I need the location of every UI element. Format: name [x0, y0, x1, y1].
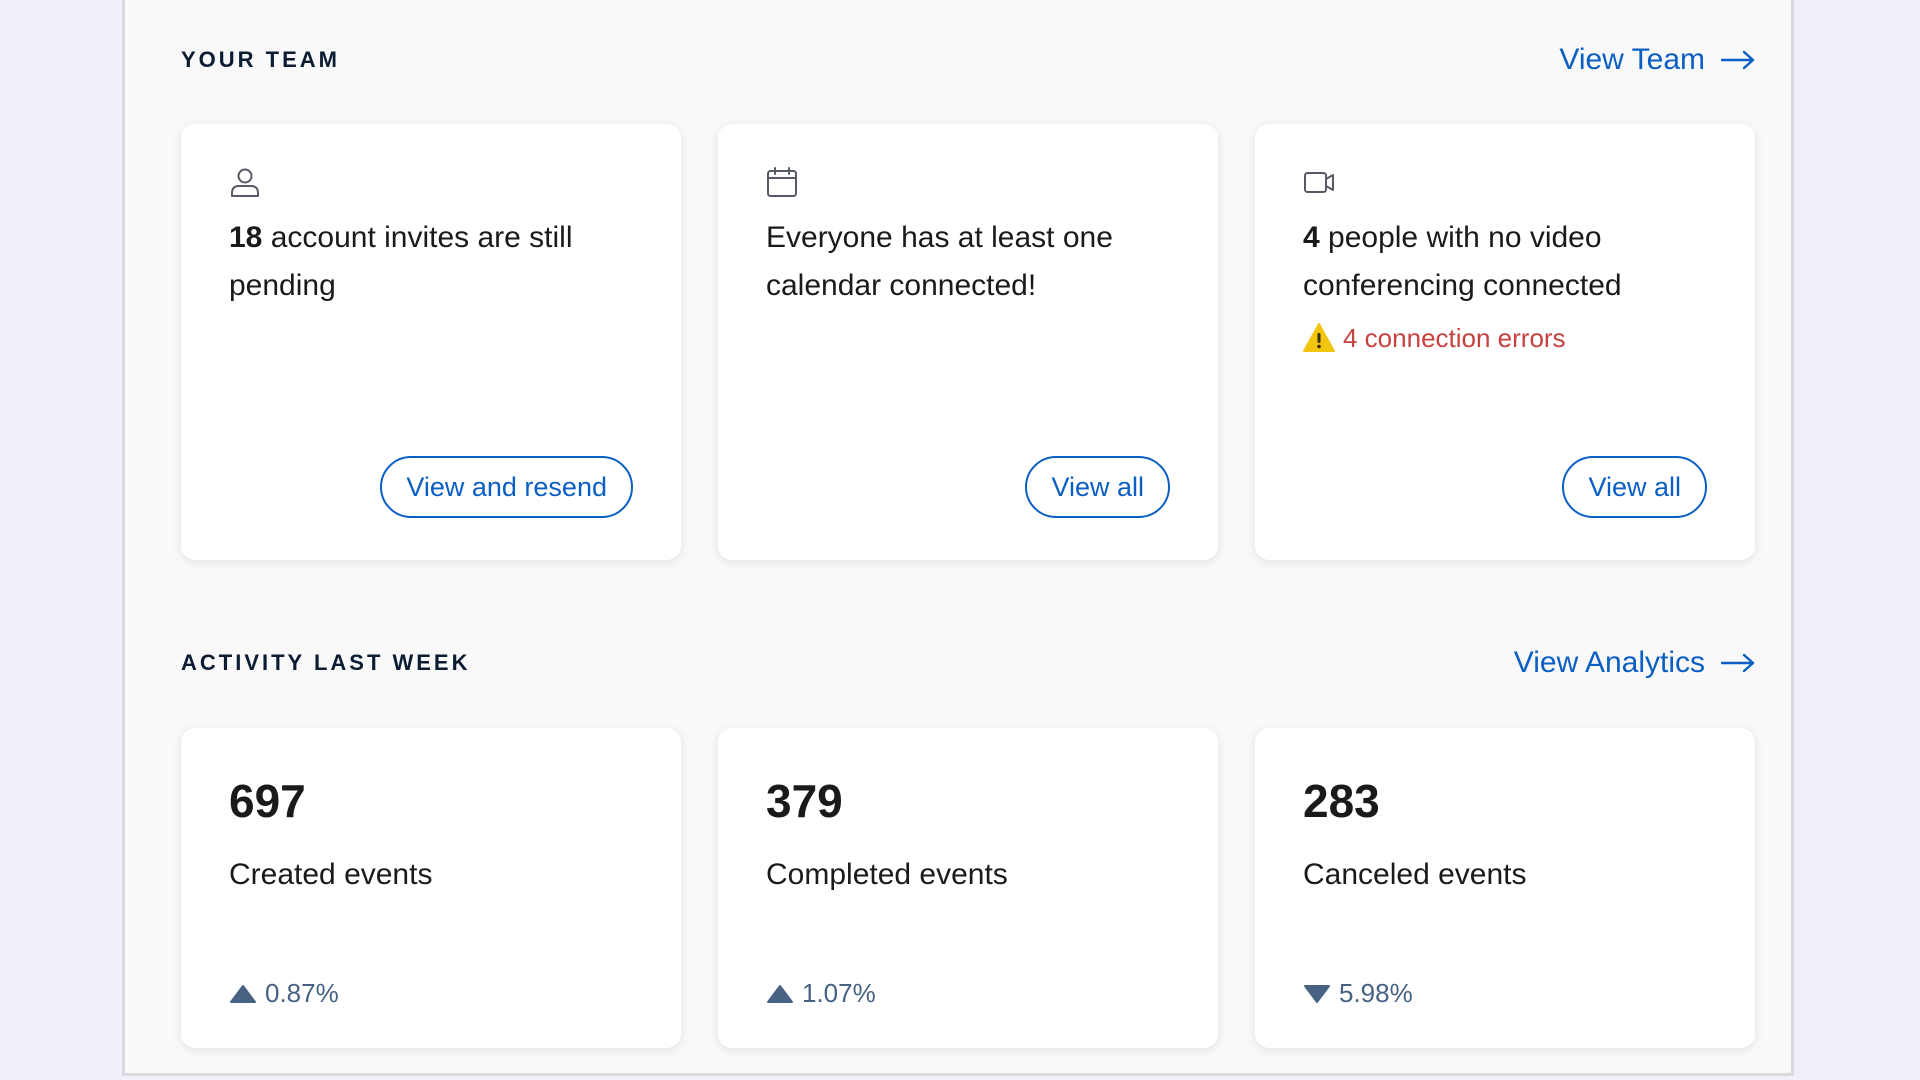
pending-invites-message: account invites are still pending: [229, 221, 573, 302]
completed-events-card: 379 Completed events 1.07%: [718, 728, 1218, 1048]
calendar-card: Everyone has at least one calendar conne…: [718, 124, 1218, 560]
completed-events-change: 1.07%: [766, 978, 876, 1009]
view-all-video-button[interactable]: View all: [1562, 456, 1707, 518]
video-camera-icon: [1303, 166, 1335, 198]
created-events-change: 0.87%: [229, 978, 339, 1009]
activity-cards: 697 Created events 0.87% 379 Completed e…: [181, 728, 1755, 1048]
created-events-change-value: 0.87%: [265, 978, 339, 1008]
canceled-events-value: 283: [1303, 775, 1380, 827]
canceled-events-change: 5.98%: [1303, 978, 1413, 1009]
arrow-right-icon: [1721, 653, 1755, 673]
view-team-link[interactable]: View Team: [1559, 43, 1755, 77]
completed-events-label: Completed events: [766, 858, 1008, 891]
team-cards: 18 account invites are still pending Vie…: [181, 124, 1755, 560]
team-section-title: YOUR TEAM: [181, 47, 340, 72]
connection-errors-text: 4 connection errors: [1343, 322, 1566, 353]
trend-down-icon: [1304, 984, 1330, 1003]
view-analytics-link[interactable]: View Analytics: [1514, 646, 1755, 680]
completed-events-value: 379: [766, 775, 843, 827]
canceled-events-change-value: 5.98%: [1339, 978, 1413, 1008]
canceled-events-label: Canceled events: [1303, 858, 1527, 891]
arrow-right-icon: [1721, 50, 1755, 70]
canceled-events-card: 283 Canceled events 5.98%: [1255, 728, 1755, 1048]
view-team-label: View Team: [1559, 43, 1705, 76]
view-analytics-label: View Analytics: [1513, 646, 1705, 679]
pending-invites-card: 18 account invites are still pending Vie…: [181, 124, 681, 560]
video-conferencing-card: 4 people with no video conferencing conn…: [1255, 124, 1755, 560]
team-section-header: YOUR TEAM View Team: [181, 40, 1755, 80]
created-events-card: 697 Created events 0.87%: [181, 728, 681, 1048]
trend-up-icon: [230, 984, 256, 1003]
created-events-value: 697: [229, 775, 306, 827]
warning-icon: [1303, 323, 1335, 352]
view-all-calendars-button[interactable]: View all: [1025, 456, 1170, 518]
calendar-message: Everyone has at least one calendar conne…: [766, 221, 1113, 302]
dashboard-panel: YOUR TEAM View Team 18 account invites a…: [122, 0, 1794, 1076]
calendar-icon: [766, 166, 798, 198]
calendar-text: Everyone has at least one calendar conne…: [766, 214, 1178, 310]
activity-section-title: ACTIVITY LAST WEEK: [181, 650, 471, 675]
trend-up-icon: [767, 984, 793, 1003]
video-conferencing-count: 4: [1303, 221, 1320, 254]
video-conferencing-text: 4 people with no video conferencing conn…: [1303, 214, 1715, 310]
connection-errors-warning[interactable]: 4 connection errors: [1303, 322, 1566, 354]
completed-events-change-value: 1.07%: [802, 978, 876, 1008]
created-events-label: Created events: [229, 858, 433, 891]
pending-invites-text: 18 account invites are still pending: [229, 214, 641, 310]
pending-invites-count: 18: [229, 221, 263, 254]
user-icon: [229, 166, 261, 198]
activity-section-header: ACTIVITY LAST WEEK View Analytics: [181, 643, 1755, 683]
video-conferencing-message: people with no video conferencing connec…: [1303, 221, 1622, 302]
view-and-resend-button[interactable]: View and resend: [380, 456, 633, 518]
